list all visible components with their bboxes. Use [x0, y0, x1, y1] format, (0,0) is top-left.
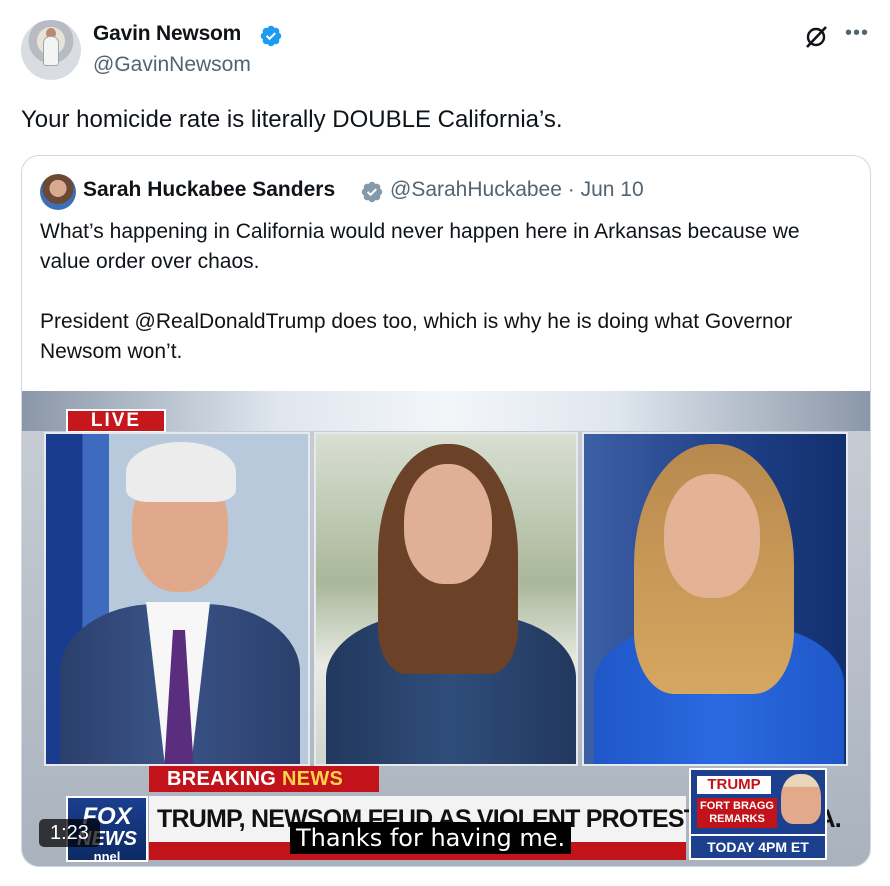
quoted-tweet[interactable]: Sarah Huckabee Sanders @SarahHuckabee · … — [21, 155, 871, 867]
more-horizontal-icon[interactable]: ••• — [845, 22, 869, 45]
quoted-text-paragraph: What’s happening in California would nev… — [40, 220, 800, 273]
tweet-text: Your homicide rate is literally DOUBLE C… — [21, 106, 563, 133]
quoted-handle[interactable]: @SarahHuckabee — [390, 178, 562, 201]
grok-icon[interactable] — [803, 24, 829, 50]
author-handle[interactable]: @GavinNewsom — [93, 53, 251, 77]
quoted-author-avatar[interactable] — [40, 174, 76, 210]
verified-badge-icon — [361, 181, 383, 203]
program-promo: TRUMP FORT BRAGG REMARKS TODAY 4PM ET — [689, 768, 827, 860]
quoted-author-name[interactable]: Sarah Huckabee Sanders — [83, 178, 335, 202]
video-panel-host — [582, 432, 848, 766]
author-avatar[interactable] — [21, 20, 81, 80]
news-lower-third: BREAKING NEWS FOX NEWS nnel TRUMP, NEWSO… — [22, 766, 870, 866]
quoted-date[interactable]: · Jun 10 — [568, 178, 644, 201]
author-name[interactable]: Gavin Newsom — [93, 22, 241, 46]
breaking-news-label: BREAKING NEWS — [149, 766, 379, 792]
video-panel-guest — [314, 432, 578, 766]
video-player[interactable]: LIVE BREAKING NEWS FOX NEWS nnel TRUMP, … — [22, 391, 870, 866]
quoted-meta[interactable]: @SarahHuckabee · Jun 10 — [390, 178, 644, 202]
video-panel-anchor — [44, 432, 310, 766]
video-caption: Thanks for having me. — [290, 822, 572, 854]
live-badge: LIVE — [66, 409, 166, 433]
video-duration: 1:23 — [39, 819, 100, 847]
quoted-text-paragraph: President @RealDonaldTrump does too, whi… — [40, 310, 793, 363]
verified-badge-icon — [260, 25, 282, 47]
